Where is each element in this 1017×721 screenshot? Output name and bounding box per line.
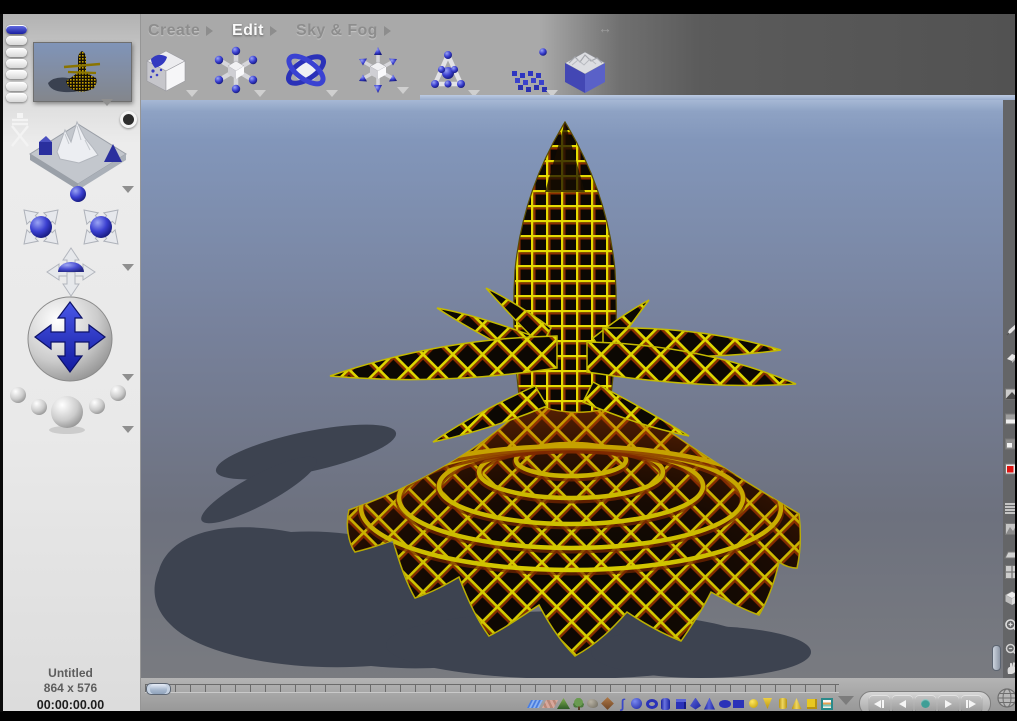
- menu-arrow-icon: [269, 26, 277, 36]
- stream-icon[interactable]: ∫: [616, 697, 629, 710]
- texture-cube-tool-icon[interactable]: [141, 45, 191, 95]
- nano-dropdown-icon[interactable]: [101, 99, 113, 106]
- bryce-app-window: Create Edit Sky & Fog ↔ ∫ Untitled 864 x…: [0, 0, 1017, 721]
- palette-dropdown-icon[interactable]: [838, 696, 854, 705]
- torus-icon[interactable]: [645, 697, 658, 710]
- menu-sky-fog[interactable]: Sky & Fog: [296, 22, 391, 40]
- globe-icon[interactable]: [995, 686, 1017, 710]
- square-spot-light-icon[interactable]: [805, 697, 818, 710]
- cube-icon[interactable]: [674, 697, 687, 710]
- section-dropdown-icon[interactable]: [122, 186, 134, 193]
- cone-light-icon[interactable]: [790, 697, 803, 710]
- water-plane-icon[interactable]: [526, 697, 543, 710]
- scene-preview-control[interactable]: [27, 110, 129, 205]
- camera-preset-spheres[interactable]: [10, 378, 130, 438]
- tool-dropdown-icon[interactable]: [397, 87, 409, 94]
- preset-pill[interactable]: [6, 36, 27, 45]
- go-to-start-button[interactable]: [868, 695, 890, 712]
- nano-preview[interactable]: [33, 42, 132, 102]
- record-button[interactable]: [914, 695, 936, 712]
- menu-edit-label: Edit: [232, 22, 264, 39]
- preset-pill[interactable]: [6, 48, 27, 57]
- cone-icon[interactable]: [703, 697, 716, 710]
- render-viewport[interactable]: [141, 100, 1003, 679]
- section-dropdown-icon[interactable]: [122, 264, 134, 271]
- section-dropdown-icon[interactable]: [122, 426, 134, 433]
- cylinder-icon[interactable]: [659, 697, 672, 710]
- bottom-black-bar: [0, 711, 1017, 721]
- alignment-tool-icon[interactable]: [423, 45, 473, 95]
- document-resolution: 864 x 576: [43, 681, 98, 695]
- symmetrical-lattice-icon[interactable]: [601, 697, 614, 710]
- preset-pill[interactable]: [6, 82, 27, 91]
- bottom-strip: ∫: [141, 678, 1017, 716]
- terrain-editor-tool-icon[interactable]: [560, 45, 610, 95]
- round-parallel-light-icon[interactable]: [776, 697, 789, 710]
- rotate-tool-icon[interactable]: [281, 45, 331, 95]
- pane-resize-icon[interactable]: ↔: [598, 20, 612, 36]
- ground-plane-icon[interactable]: [541, 697, 558, 710]
- go-to-end-button[interactable]: [960, 695, 982, 712]
- timeline-thumb[interactable]: [146, 683, 171, 695]
- menu-arrow-icon: [206, 26, 214, 36]
- camera-trackball[interactable]: [25, 294, 115, 384]
- left-control-palette: Untitled 864 x 576 00:00:00.00: [0, 14, 141, 712]
- reposition-tool-icon[interactable]: [353, 45, 403, 95]
- top-toolbar: Create Edit Sky & Fog ↔: [0, 14, 1017, 100]
- disc-icon[interactable]: [718, 697, 731, 710]
- step-back-button[interactable]: [891, 695, 913, 712]
- tool-dropdown-icon[interactable]: [186, 90, 198, 97]
- preset-pill[interactable]: [6, 93, 27, 102]
- square-icon[interactable]: [732, 697, 745, 710]
- preset-pill-selected[interactable]: [6, 25, 27, 34]
- preset-pill[interactable]: [6, 70, 27, 79]
- tool-dropdown-icon[interactable]: [254, 90, 266, 97]
- menu-sky-fog-label: Sky & Fog: [296, 22, 378, 39]
- tool-dropdown-icon[interactable]: [326, 90, 338, 97]
- radial-light-icon[interactable]: [747, 697, 760, 710]
- document-status: Untitled 864 x 576 00:00:00.00: [0, 666, 141, 713]
- multi-replicate-tool-icon[interactable]: [505, 45, 555, 95]
- animation-timeline[interactable]: [145, 683, 845, 695]
- terrain-icon[interactable]: [557, 697, 570, 710]
- menu-create-label: Create: [148, 22, 201, 39]
- menu-arrow-icon: [383, 26, 391, 36]
- play-button[interactable]: [937, 695, 959, 712]
- pyramid-icon[interactable]: [689, 697, 702, 710]
- rock-icon[interactable]: [586, 697, 599, 710]
- sky-lab-icon[interactable]: [820, 697, 833, 710]
- tree-icon[interactable]: [572, 697, 585, 710]
- vertical-scroll-thumb[interactable]: [992, 645, 1001, 671]
- top-black-bar: [0, 0, 1017, 14]
- menu-create[interactable]: Create: [148, 22, 214, 40]
- document-title: Untitled: [48, 666, 93, 680]
- preset-pill[interactable]: [6, 59, 27, 68]
- resize-tool-icon[interactable]: [211, 45, 261, 95]
- menu-edit[interactable]: Edit: [232, 22, 277, 40]
- sphere-icon[interactable]: [630, 697, 643, 710]
- left-black-edge: [0, 14, 3, 712]
- timeline-track[interactable]: [145, 684, 839, 693]
- spot-light-icon[interactable]: [761, 697, 774, 710]
- view-arrow-controls[interactable]: [8, 200, 133, 300]
